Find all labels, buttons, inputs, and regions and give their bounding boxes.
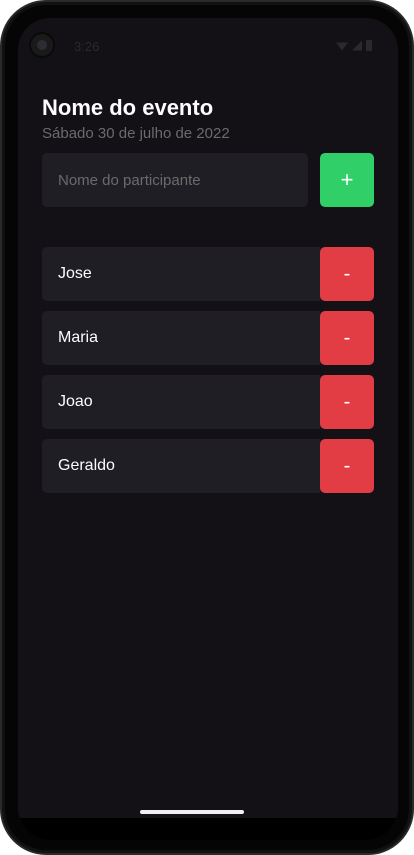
status-icons [336,40,372,51]
add-participant-form: + [42,153,374,207]
signal-icon [352,40,362,51]
participant-name: Joao [42,375,320,429]
wifi-icon [336,42,348,51]
remove-participant-button[interactable]: - [320,247,374,301]
participant-name-input[interactable] [42,153,308,207]
phone-frame: 3:26 Nome do evento Sábado 30 de julho d… [0,0,414,855]
remove-participant-button[interactable]: - [320,439,374,493]
participant-row: Joao - [42,375,374,429]
participant-name: Jose [42,247,320,301]
add-participant-button[interactable]: + [320,153,374,207]
status-bar: 3:26 [18,18,398,56]
participant-name: Maria [42,311,320,365]
remove-participant-button[interactable]: - [320,375,374,429]
participant-list: Jose - Maria - Joao - Geraldo - [42,247,374,503]
participant-row: Jose - [42,247,374,301]
participant-row: Geraldo - [42,439,374,493]
participant-row: Maria - [42,311,374,365]
status-time: 3:26 [74,39,100,54]
event-title: Nome do evento [42,95,214,120]
remove-participant-button[interactable]: - [320,311,374,365]
event-date: Sábado 30 de julho de 2022 [42,125,230,142]
home-indicator[interactable] [140,810,244,814]
app-screen: 3:26 Nome do evento Sábado 30 de julho d… [18,18,398,840]
front-camera [31,34,53,56]
navigation-bar [18,818,398,840]
participant-name: Geraldo [42,439,320,493]
battery-icon [366,40,372,51]
